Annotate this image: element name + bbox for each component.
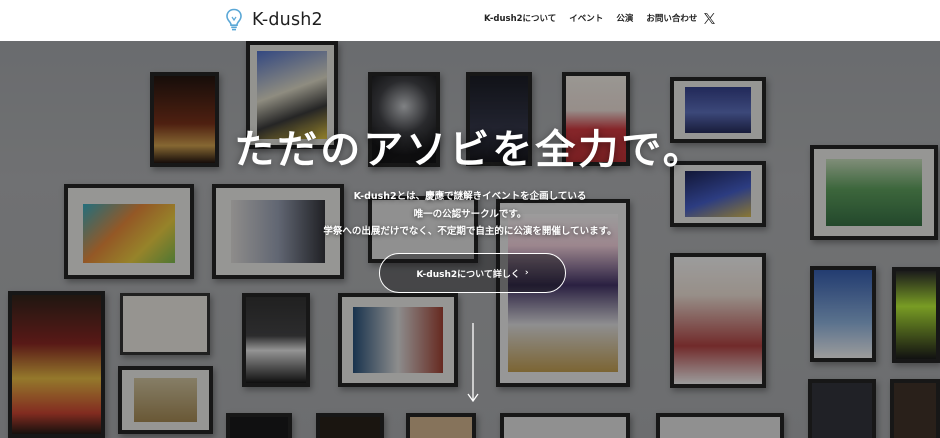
logo-text: K-dush2: [252, 10, 323, 30]
nav-contact[interactable]: お問い合わせ: [646, 12, 697, 26]
site-logo[interactable]: K-dush2: [225, 8, 323, 32]
arrow-down-icon[interactable]: [466, 323, 480, 403]
site-header: K-dush2 K-dush2について イベント 公演 お問い合わせ: [0, 0, 940, 41]
about-more-button[interactable]: K-dush2について詳しく ›: [379, 253, 566, 293]
lightbulb-icon: [226, 8, 242, 31]
hero-description-line: K-dush2とは、慶應で謎解きイベントを企画している: [353, 191, 587, 202]
about-more-button-label: K-dush2について詳しく: [416, 269, 520, 280]
hero-description: K-dush2とは、慶應で謎解きイベントを企画している 唯一の公認サークルです。…: [0, 188, 940, 241]
main-nav: K-dush2について イベント 公演 お問い合わせ: [484, 12, 697, 26]
hero-description-line: 唯一の公認サークルです。: [413, 208, 527, 220]
chevron-right-icon: ›: [524, 268, 529, 278]
hero-section: ただのアソビを全力で。 K-dush2とは、慶應で謎解きイベントを企画している …: [0, 41, 940, 438]
nav-about[interactable]: K-dush2について: [484, 12, 556, 26]
x-icon[interactable]: [703, 12, 716, 25]
nav-events[interactable]: イベント: [569, 12, 603, 26]
nav-performances[interactable]: 公演: [616, 12, 633, 26]
hero-description-line: 学祭への出展だけでなく、不定期で自主的に公演を開催しています。: [323, 226, 617, 237]
hero-title: ただのアソビを全力で。: [234, 127, 706, 173]
